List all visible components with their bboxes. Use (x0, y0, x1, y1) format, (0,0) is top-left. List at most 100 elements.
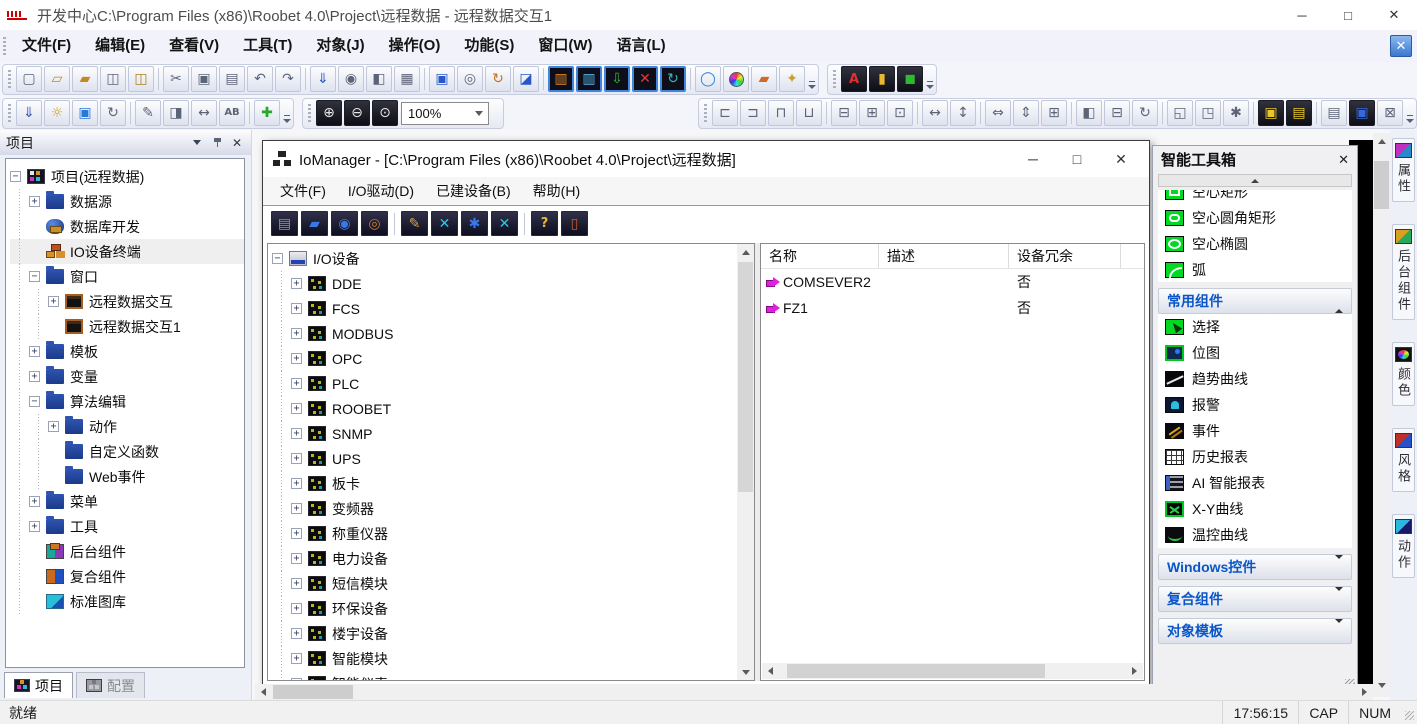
menu-tools[interactable]: 工具(T) (231, 33, 304, 59)
globe-icon[interactable]: ◯ (695, 66, 721, 92)
shapes-icon[interactable]: ▰ (751, 66, 777, 92)
zoom-out-icon[interactable]: ⊖ (344, 100, 370, 126)
io-menu-file[interactable]: 文件(F) (269, 181, 337, 201)
side-tab-style[interactable]: 风格 (1392, 428, 1415, 492)
tree-template[interactable]: +模板 (10, 339, 244, 364)
space-horizontal-icon[interactable]: ↔ (922, 100, 948, 126)
io-tree-fcs[interactable]: +FCS (272, 296, 735, 321)
tree-expander[interactable]: + (291, 578, 302, 589)
tree-menu[interactable]: +菜单 (10, 489, 244, 514)
tree-backend-components[interactable]: 后台组件 (10, 539, 244, 564)
scrollbar-thumb[interactable] (738, 262, 753, 492)
io-connect-icon[interactable]: ◉ (331, 211, 358, 236)
tree-expander[interactable]: + (29, 346, 40, 357)
toolbar-overflow-button[interactable] (1406, 114, 1415, 126)
io-tree-environment[interactable]: +环保设备 (272, 596, 735, 621)
iomanager-maximize-button[interactable]: □ (1055, 142, 1099, 176)
zoom-level-combobox[interactable]: 100% (401, 102, 489, 125)
io-menu-help[interactable]: 帮助(H) (522, 181, 591, 201)
search-icon[interactable]: ◎ (457, 66, 483, 92)
tree-expander[interactable]: + (291, 678, 302, 680)
zoom-in-icon[interactable]: ⊕ (316, 100, 342, 126)
io-tree-smart-module[interactable]: +智能模块 (272, 646, 735, 671)
menu-file[interactable]: 文件(F) (10, 33, 83, 59)
cut-icon[interactable]: ✂ (163, 66, 189, 92)
undo-icon[interactable]: ↶ (247, 66, 273, 92)
zoom-combo-dropdown-button[interactable] (470, 103, 488, 124)
tree-remote-data-window[interactable]: +远程数据交互 (10, 289, 244, 314)
io-help-icon[interactable]: ? (531, 211, 558, 236)
device-row[interactable]: FZ1否 (761, 295, 1144, 321)
side-tab-backend-components[interactable]: 后台组件 (1392, 224, 1415, 320)
tree-expander[interactable]: + (29, 496, 40, 507)
toolbar-overflow-button[interactable] (808, 80, 817, 92)
side-tab-properties[interactable]: 属性 (1392, 138, 1415, 202)
draw-pencil-icon[interactable]: ✎ (135, 100, 161, 126)
tree-algorithm-edit[interactable]: −算法编辑 (10, 389, 244, 414)
rotate-icon[interactable]: ↻ (1132, 100, 1158, 126)
tree-expander[interactable]: + (291, 478, 302, 489)
tree-expander[interactable]: + (291, 503, 302, 514)
io-tree-smart-meter[interactable]: +智能仪表 (272, 671, 735, 680)
tree-expander[interactable]: + (291, 303, 302, 314)
iomanager-minimize-button[interactable]: ─ (1011, 142, 1055, 176)
tree-expander[interactable]: + (48, 296, 59, 307)
color-wheel-icon[interactable]: ● (723, 66, 749, 92)
tree-expander[interactable]: + (291, 378, 302, 389)
io-menu-devices[interactable]: 已建设备(B) (425, 181, 522, 201)
scroll-up-button[interactable] (1373, 133, 1390, 149)
add-window-icon[interactable]: ✚ (254, 100, 280, 126)
io-tree-plc[interactable]: +PLC (272, 371, 735, 396)
bulb-icon[interactable]: ☼ (44, 100, 70, 126)
io-tree-dde[interactable]: +DDE (272, 271, 735, 296)
toolbox-item-hollow-rect[interactable]: 空心矩形 (1158, 190, 1352, 205)
center-horizontal-icon[interactable]: ⊟ (831, 100, 857, 126)
device-row[interactable]: COMSEVER2否 (761, 269, 1144, 295)
tree-expander[interactable]: − (29, 271, 40, 282)
mdi-horizontal-scrollbar[interactable] (255, 684, 1373, 700)
open-folder-icon[interactable]: ▱ (44, 66, 70, 92)
preview-screen-icon[interactable]: ▣ (1349, 100, 1375, 126)
arrange-icon[interactable]: ✱ (1223, 100, 1249, 126)
tree-expander[interactable]: − (29, 396, 40, 407)
tree-expander[interactable]: + (291, 553, 302, 564)
toolbox-item-hollow-round-rect[interactable]: 空心圆角矩形 (1158, 205, 1352, 231)
toolbox-item-arc[interactable]: 弧 (1158, 257, 1352, 282)
io-tree-modbus[interactable]: +MODBUS (272, 321, 735, 346)
bottom-tab-config[interactable]: 配置 (76, 672, 145, 698)
toolbox-section-composite-components[interactable]: 复合组件 (1158, 586, 1352, 612)
toolbox-item-trend-curve[interactable]: 趋势曲线 (1158, 366, 1352, 392)
side-tab-color[interactable]: 颜色 (1392, 342, 1415, 406)
align-right-icon[interactable]: ⊐ (740, 100, 766, 126)
side-tab-action[interactable]: 动作 (1392, 514, 1415, 578)
align-top-icon[interactable]: ⊓ (768, 100, 794, 126)
scroll-right-button[interactable] (1356, 684, 1373, 700)
tree-expander[interactable]: + (291, 328, 302, 339)
tree-action[interactable]: +动作 (10, 414, 244, 439)
io-config-icon[interactable]: ✱ (461, 211, 488, 236)
center-vertical-icon[interactable]: ⊞ (859, 100, 885, 126)
scroll-up-button[interactable] (737, 244, 754, 260)
mdi-vertical-scrollbar[interactable] (1373, 133, 1390, 697)
tree-expander[interactable]: + (291, 528, 302, 539)
remote-monitor-icon[interactable]: ▣ (429, 66, 455, 92)
tree-variable[interactable]: +变量 (10, 364, 244, 389)
mdi-close-button[interactable]: ✕ (1390, 35, 1412, 57)
tree-expander[interactable]: + (291, 428, 302, 439)
io-close-device-icon[interactable]: ✕ (491, 211, 518, 236)
sync-icon[interactable]: ↻ (100, 100, 126, 126)
tools-delete-icon[interactable]: ✕ (632, 66, 658, 92)
toolbox-scroll-up-button[interactable] (1158, 174, 1352, 187)
tree-expander[interactable]: + (291, 278, 302, 289)
scrollbar-thumb[interactable] (787, 664, 1045, 678)
toolbox-item-xy-curve[interactable]: X-Y曲线 (1158, 496, 1352, 522)
component-blocks-icon[interactable]: ◼ (897, 66, 923, 92)
toolbox-item-temp-curve[interactable]: 温控曲线 (1158, 522, 1352, 548)
import-icon[interactable]: ⇓ (310, 66, 336, 92)
copy-icon[interactable]: ▣ (191, 66, 217, 92)
image-icon[interactable]: ▣ (72, 100, 98, 126)
tree-expander[interactable]: + (48, 421, 59, 432)
column-header-1[interactable]: 描述 (879, 244, 1009, 268)
shield-window-icon[interactable]: ▥ (576, 66, 602, 92)
component-window-icon[interactable]: ▥ (548, 66, 574, 92)
